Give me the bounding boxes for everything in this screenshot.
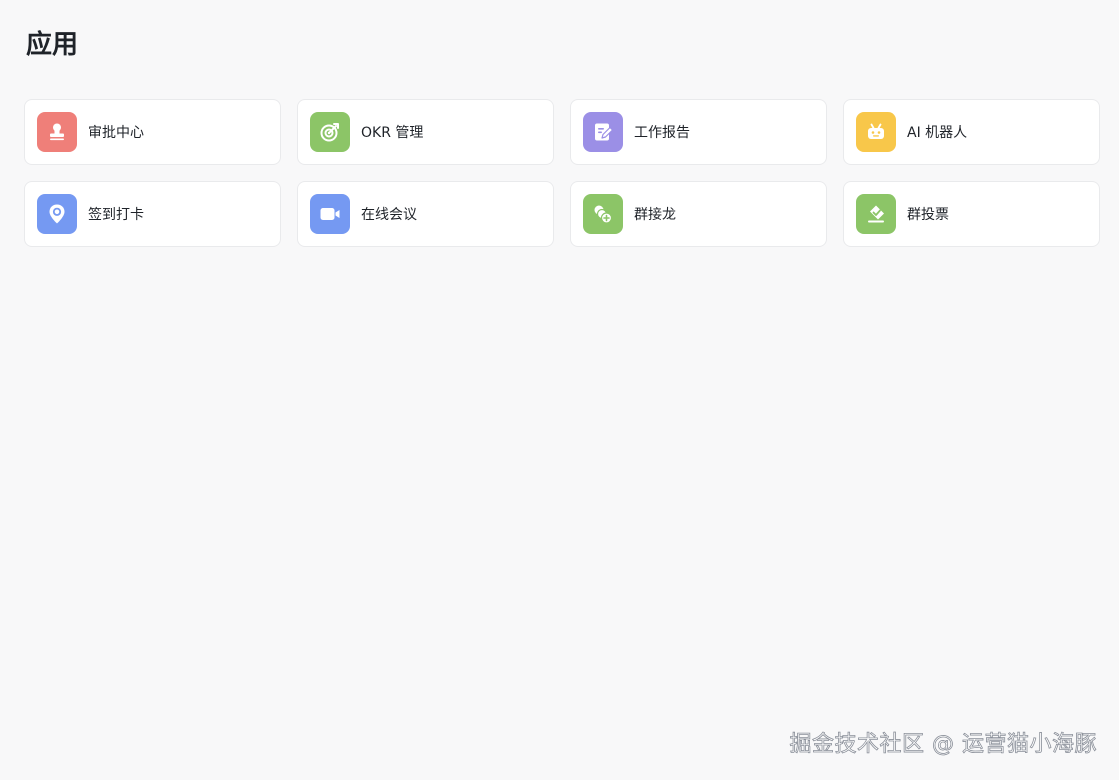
app-card-approval[interactable]: 审批中心 [24,99,281,165]
watermark: 掘金技术社区 @ 运营猫小海豚 [789,732,1097,758]
app-card-vote[interactable]: 群投票 [843,181,1100,247]
relay-icon [583,194,623,234]
vote-icon [856,194,896,234]
app-card-label: OKR 管理 [361,125,424,141]
app-card-meeting[interactable]: 在线会议 [297,181,554,247]
app-card-okr[interactable]: OKR 管理 [297,99,554,165]
app-card-label: 审批中心 [88,125,144,141]
app-card-label: 签到打卡 [88,207,144,223]
page-title: 应用 [26,30,79,60]
app-card-label: 群投票 [907,207,949,223]
app-card-label: 工作报告 [634,125,690,141]
robot-icon [856,112,896,152]
app-card-work-report[interactable]: 工作报告 [570,99,827,165]
report-icon [583,112,623,152]
app-card-relay[interactable]: 群接龙 [570,181,827,247]
video-camera-icon [310,194,350,234]
app-card-check-in[interactable]: 签到打卡 [24,181,281,247]
stamp-icon [37,112,77,152]
app-card-ai-robot[interactable]: AI 机器人 [843,99,1100,165]
target-icon [310,112,350,152]
app-card-label: 群接龙 [634,207,676,223]
location-pin-icon [37,194,77,234]
app-card-label: 在线会议 [361,207,417,223]
app-grid: 审批中心 OKR 管理 工作报告 AI 机器人 签到打卡 在线会议 群接龙 群投… [24,99,1100,247]
app-card-label: AI 机器人 [907,125,968,141]
